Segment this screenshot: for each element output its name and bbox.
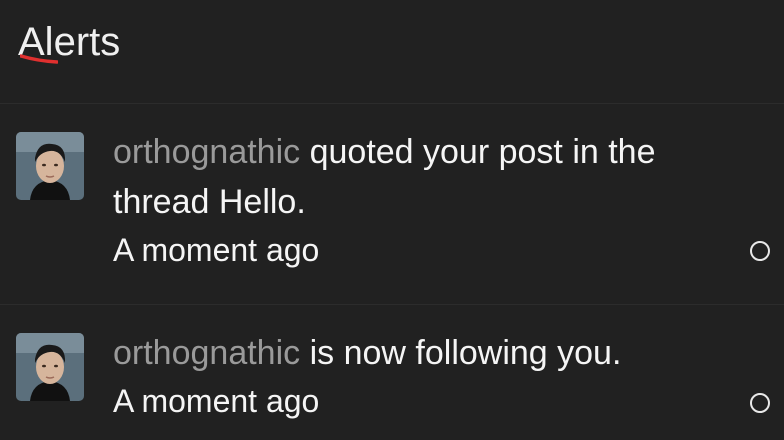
user-avatar-icon[interactable] xyxy=(16,132,84,200)
alert-item[interactable]: orthognathic is now following you. A mom… xyxy=(0,305,784,440)
alert-message: orthognathic is now following you. xyxy=(113,328,713,378)
user-avatar-icon[interactable] xyxy=(16,333,84,401)
alert-message-text: is now following you. xyxy=(300,334,622,372)
alert-timestamp: A moment ago xyxy=(113,383,320,419)
alerts-header: Alerts xyxy=(0,0,784,104)
circle-outline-icon[interactable] xyxy=(750,393,770,413)
alert-message: orthognathic quoted your post in the thr… xyxy=(113,127,713,227)
alert-username-link[interactable]: orthognathic xyxy=(113,334,300,372)
alert-item[interactable]: orthognathic quoted your post in the thr… xyxy=(0,104,784,305)
alert-timestamp: A moment ago xyxy=(113,232,320,268)
alert-username-link[interactable]: orthognathic xyxy=(113,133,300,171)
title-underline-swoosh xyxy=(20,54,58,64)
circle-outline-icon[interactable] xyxy=(750,241,770,261)
